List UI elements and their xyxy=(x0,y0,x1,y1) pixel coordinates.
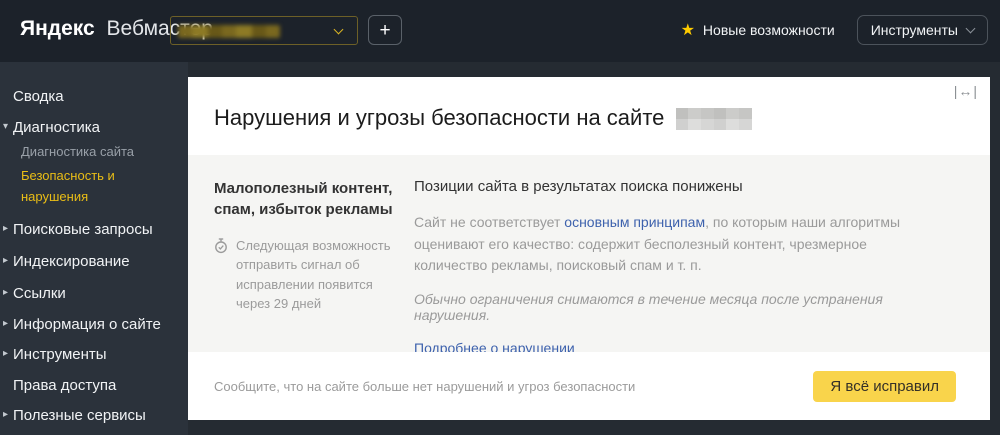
sidebar-item-label: Ссылки xyxy=(13,285,66,302)
toggle-width-icon[interactable]: |↔| xyxy=(954,83,978,99)
violation-name: Малополезный контент, спам, избыток рекл… xyxy=(214,180,393,219)
sidebar-item-site-info[interactable]: ▸ Информация о сайте xyxy=(0,316,161,333)
sidebar-item-label: Сводка xyxy=(13,88,64,105)
tools-label: Инструменты xyxy=(870,22,958,38)
sidebar-item-label: Права доступа xyxy=(13,377,117,394)
violation-status: Позиции сайта в результатах поиска пониж… xyxy=(414,178,743,195)
violation-description: Сайт не соответствует основным принципам… xyxy=(414,212,936,277)
sidebar-item-label: Информация о сайте xyxy=(13,316,161,333)
resend-timer-text: Следующая возможность отправить сигнал о… xyxy=(236,237,391,312)
triangle-right-icon: ▸ xyxy=(3,348,9,359)
header-right-group: ★ Новые возможности Инструменты xyxy=(681,15,988,45)
star-icon: ★ xyxy=(680,22,695,39)
site-selector-dropdown[interactable] xyxy=(170,16,358,45)
sidebar-item-search-queries[interactable]: ▸ Поисковые запросы xyxy=(0,221,153,238)
stopwatch-icon xyxy=(215,237,227,253)
footer-prompt: Сообщите, что на сайте больше нет наруше… xyxy=(214,378,636,394)
violation-left-column: Малополезный контент, спам, избыток рекл… xyxy=(214,178,400,352)
triangle-right-icon: ▸ xyxy=(3,287,9,298)
sidebar-item-indexing[interactable]: ▸ Индексирование xyxy=(0,253,130,270)
main-content-card: |↔| Нарушения и угрозы безопасности на с… xyxy=(188,77,990,420)
violation-note: Обычно ограничения снимаются в течение м… xyxy=(414,291,883,324)
sidebar-item-security-violations[interactable]: Безопасность и нарушения xyxy=(21,165,161,207)
sidebar-item-useful-services[interactable]: ▸ Полезные сервисы xyxy=(0,407,146,424)
whats-new-link[interactable]: ★ Новые возможности xyxy=(681,20,835,40)
sidebar-item-summary[interactable]: Сводка xyxy=(0,88,64,105)
triangle-right-icon: ▸ xyxy=(3,409,9,420)
sidebar-item-label: Безопасность и нарушения xyxy=(21,168,115,204)
violation-section: Малополезный контент, спам, избыток рекл… xyxy=(188,155,990,356)
triangle-right-icon: ▸ xyxy=(3,318,9,329)
sidebar-item-label: Индексирование xyxy=(13,253,130,270)
description-text: Сайт не соответствует xyxy=(414,214,565,230)
site-name-redacted xyxy=(178,25,280,38)
whats-new-label: Новые возможности xyxy=(702,22,835,38)
sidebar-item-diagnostics[interactable]: ▾ Диагностика xyxy=(0,119,100,136)
sidebar-nav: Сводка ▾ Диагностика Диагностика сайта Б… xyxy=(0,62,188,435)
triangle-right-icon: ▸ xyxy=(3,223,9,234)
chevron-down-icon xyxy=(965,23,976,34)
violation-right-column: Позиции сайта в результатах поиска пониж… xyxy=(414,178,936,356)
resend-timer: Следующая возможность отправить сигнал о… xyxy=(214,236,400,314)
chevron-down-icon xyxy=(333,24,344,35)
sidebar-item-label: Полезные сервисы xyxy=(13,407,146,424)
card-footer: Сообщите, что на сайте больше нет наруше… xyxy=(188,352,990,420)
page-title: Нарушения и угрозы безопасности на сайте xyxy=(214,105,753,131)
sidebar-item-label: Поисковые запросы xyxy=(13,221,153,238)
site-name-redacted xyxy=(676,108,753,130)
triangle-down-icon: ▾ xyxy=(3,121,9,132)
triangle-right-icon: ▸ xyxy=(3,255,9,266)
sidebar-item-label: Диагностика xyxy=(13,119,100,136)
sidebar-item-tools[interactable]: ▸ Инструменты xyxy=(0,346,107,363)
sidebar-item-access-rights[interactable]: Права доступа xyxy=(0,377,116,394)
sidebar-item-links[interactable]: ▸ Ссылки xyxy=(0,285,66,302)
top-header: Яндекс Вебмастер + ★ Новые возможности И… xyxy=(0,0,1000,62)
sidebar-item-site-diagnostics[interactable]: Диагностика сайта xyxy=(21,144,134,159)
logo-yandex: Яндекс xyxy=(20,17,95,40)
sidebar-item-label: Диагностика сайта xyxy=(21,144,135,159)
page-title-text: Нарушения и угрозы безопасности на сайте xyxy=(214,105,665,130)
main-principles-link[interactable]: основным принципам xyxy=(564,214,705,230)
add-site-button[interactable]: + xyxy=(368,15,402,45)
tools-dropdown-button[interactable]: Инструменты xyxy=(856,15,988,45)
sidebar-item-label: Инструменты xyxy=(13,346,107,363)
i-fixed-everything-button[interactable]: Я всё исправил xyxy=(813,370,956,402)
